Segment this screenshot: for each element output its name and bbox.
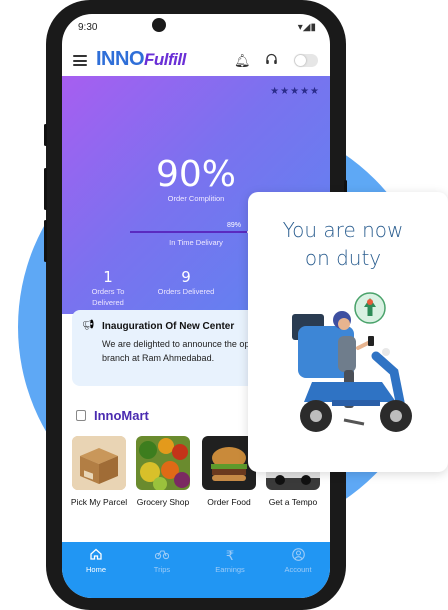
front-camera <box>152 18 166 32</box>
tile-label: Order Food <box>207 497 251 507</box>
rating-stars: ★★★★★ <box>270 86 320 97</box>
stat-orders-delivered[interactable]: 9 Orders Delivered <box>152 268 220 297</box>
shopping-bag-icon <box>76 410 86 421</box>
notification-bell-icon[interactable]: 🔔︎ <box>234 53 251 69</box>
tile-pick-my-parcel[interactable] <box>72 436 126 490</box>
stat-label: Orders Delivered <box>157 287 215 296</box>
tile-label: Grocery Shop <box>136 497 190 507</box>
nav-earnings[interactable]: ₹ Earnings <box>200 548 260 574</box>
nav-label: Home <box>85 565 106 574</box>
nav-account[interactable]: Account <box>268 548 328 574</box>
announcement-title: Inauguration Of New Center <box>102 321 235 332</box>
in-time-label: In Time Delivary <box>169 238 223 247</box>
nav-home[interactable]: Home <box>66 548 126 574</box>
stat-value: 1 <box>103 268 113 286</box>
bike-icon <box>132 548 192 562</box>
signal-battery-icon: ▾◢▮ <box>297 22 316 33</box>
logo-inno-text: INNO <box>96 48 145 70</box>
rupee-icon: ₹ <box>225 548 235 563</box>
support-headset-icon[interactable] <box>265 53 278 69</box>
home-icon <box>66 548 126 562</box>
stat-value: 9 <box>181 268 191 286</box>
in-time-percent-label: 89% <box>227 222 242 229</box>
phone-volume-down-button <box>44 220 47 262</box>
bottom-navigation: Home Trips ₹ Earnings Account <box>62 542 330 598</box>
vegetables-icon <box>136 436 190 490</box>
in-time-progress-fill <box>130 231 248 233</box>
phone-side-button <box>44 124 47 146</box>
tile-label: Get a Tempo <box>268 497 318 507</box>
stat-orders-to-deliver[interactable]: 1 Orders To Delivered <box>80 268 136 308</box>
on-duty-message: You are now on duty <box>248 216 438 272</box>
tile-label: Pick My Parcel <box>70 497 128 507</box>
nav-label: Earnings <box>215 565 245 574</box>
status-time: 9:30 <box>78 22 98 33</box>
stat-label: Orders To Delivered <box>91 287 125 307</box>
nav-label: Trips <box>153 565 171 574</box>
duty-toggle[interactable] <box>294 54 318 67</box>
nav-label: Account <box>284 565 312 574</box>
app-logo: INNOFulfill <box>96 48 186 71</box>
hamburger-menu-icon[interactable] <box>73 55 87 66</box>
app-header: INNOFulfill 🔔︎ <box>62 44 330 78</box>
promo-stage: 9:30 ▾◢▮ INNOFulfill 🔔︎ ★★★★★ 90% Order … <box>0 0 448 610</box>
status-bar: 9:30 ▾◢▮ <box>62 14 330 40</box>
innomart-title: InnoMart <box>94 408 149 423</box>
on-duty-message-text: You are now on duty <box>282 218 404 270</box>
tile-grocery-shop[interactable] <box>136 436 190 490</box>
logo-fulfill-text: Fulfill <box>144 50 186 69</box>
megaphone-icon: 📢︎ <box>82 320 95 331</box>
scooter-rider-illustration <box>292 292 412 432</box>
on-duty-card: You are now on duty <box>248 192 448 472</box>
in-time-progress-bar <box>130 231 262 233</box>
nav-trips[interactable]: Trips <box>132 548 192 574</box>
account-icon <box>268 548 328 562</box>
order-completion-value: 90% <box>155 154 236 195</box>
phone-volume-up-button <box>44 168 47 210</box>
parcel-box-icon <box>72 436 126 490</box>
